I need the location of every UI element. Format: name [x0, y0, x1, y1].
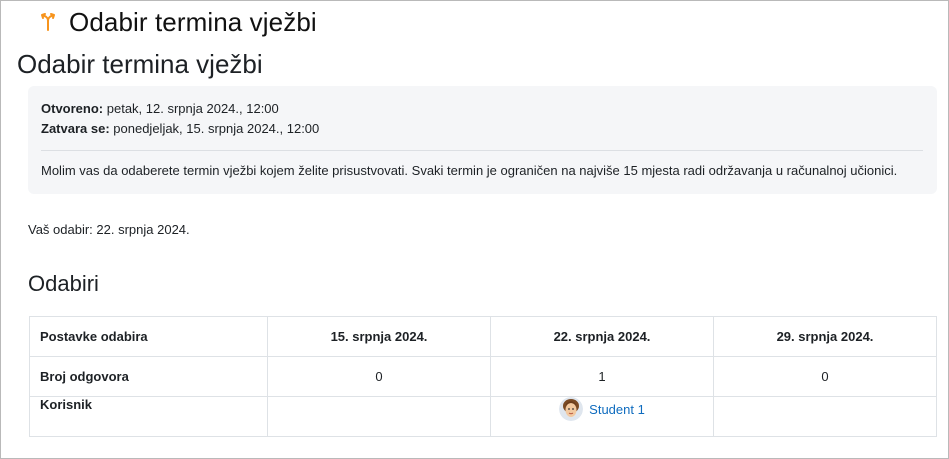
users-cell	[713, 396, 937, 437]
option-header: 22. srpnja 2024.	[490, 316, 714, 357]
user-link-student-1[interactable]: Student 1	[559, 397, 645, 421]
closes-label: Zatvara se:	[41, 121, 110, 136]
choice-icon	[37, 11, 59, 33]
user-name: Student 1	[589, 401, 645, 417]
response-count: 1	[490, 356, 714, 397]
activity-title: Odabir termina vježbi	[17, 49, 263, 79]
count-label: Broj odgovora	[29, 356, 268, 397]
avatar	[559, 397, 584, 421]
page-header: Odabir termina vježbi	[37, 6, 317, 38]
opened-label: Otvoreno:	[41, 101, 104, 116]
table-row: Korisnik Student 1	[29, 396, 937, 437]
option-header: 29. srpnja 2024.	[713, 316, 937, 357]
page-title: Odabir termina vježbi	[69, 6, 317, 37]
response-count: 0	[713, 356, 937, 397]
opened-date: Otvoreno: petak, 12. srpnja 2024., 12:00	[41, 99, 923, 119]
options-header-label: Postavke odabira	[29, 316, 268, 357]
page-frame: Odabir termina vježbi Odabir termina vje…	[0, 0, 949, 459]
users-label: Korisnik	[29, 396, 268, 437]
activity-description: Molim vas da odaberete termin vježbi koj…	[41, 163, 898, 178]
users-cell: Student 1	[490, 396, 714, 437]
closes-date: Zatvara se: ponedjeljak, 15. srpnja 2024…	[41, 119, 923, 139]
table-row: Broj odgovora 0 1 0	[29, 356, 937, 397]
your-selection: Vaš odabir: 22. srpnja 2024.	[28, 222, 190, 237]
table-header-row: Postavke odabira 15. srpnja 2024. 22. sr…	[29, 316, 937, 357]
results-title: Odabiri	[28, 271, 99, 296]
opened-value: petak, 12. srpnja 2024., 12:00	[106, 101, 279, 116]
closes-value: ponedjeljak, 15. srpnja 2024., 12:00	[113, 121, 320, 136]
results-table: Postavke odabira 15. srpnja 2024. 22. sr…	[29, 316, 937, 437]
users-cell	[267, 396, 491, 437]
option-header: 15. srpnja 2024.	[267, 316, 491, 357]
divider	[41, 150, 923, 151]
response-count: 0	[267, 356, 491, 397]
activity-dates-box: Otvoreno: petak, 12. srpnja 2024., 12:00…	[28, 86, 937, 194]
